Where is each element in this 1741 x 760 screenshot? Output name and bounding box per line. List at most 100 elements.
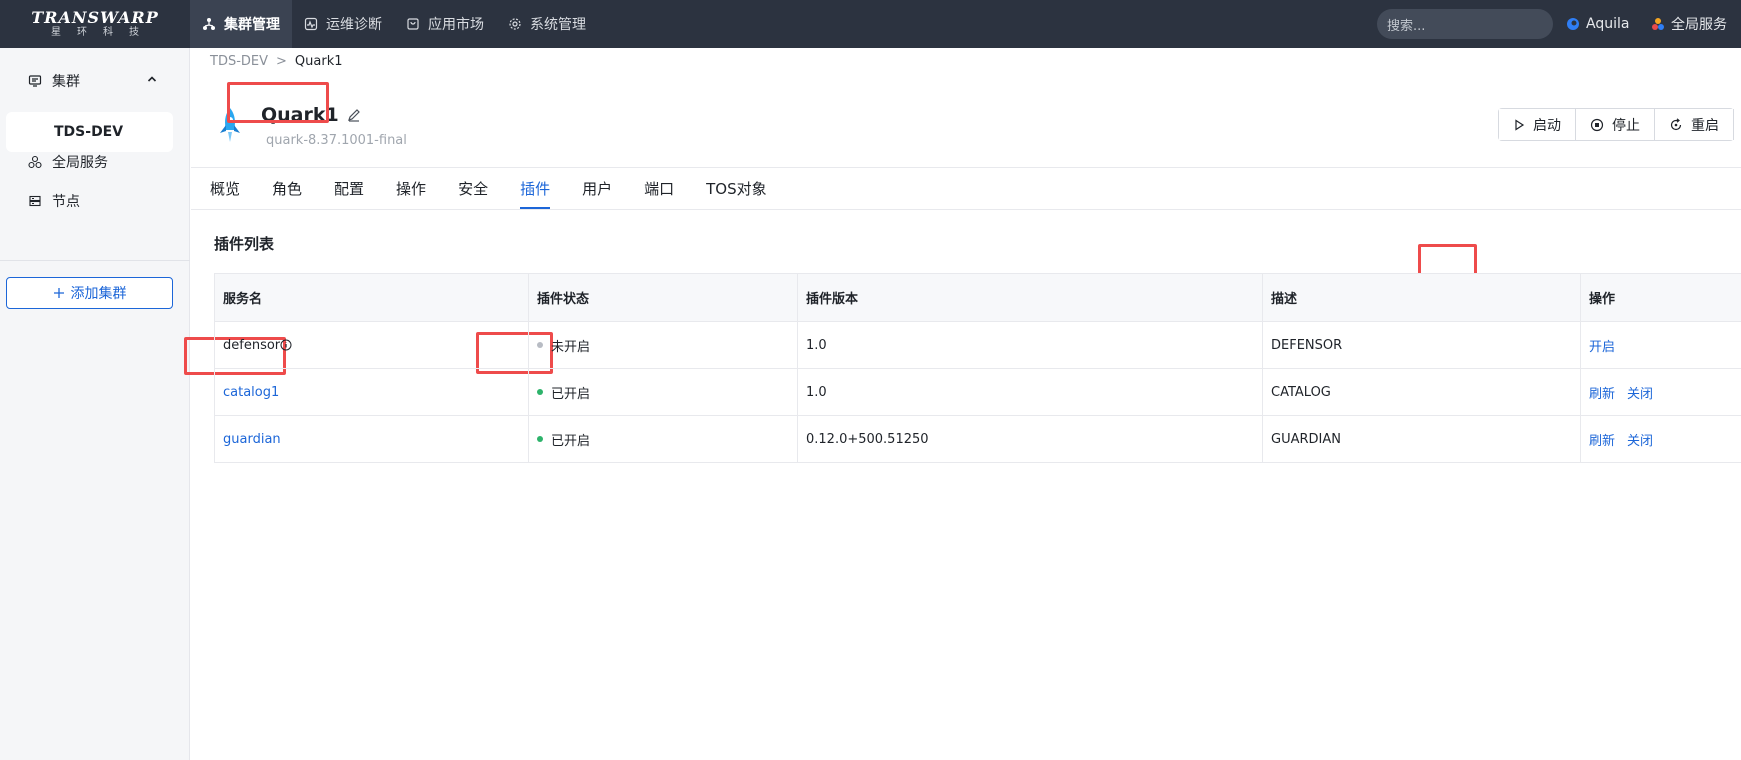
- breadcrumb-root[interactable]: TDS-DEV: [210, 54, 268, 69]
- sidebar: 集群 TDS-DEV 全局服务 节点 添加集群: [0, 48, 190, 760]
- nav-label: 集群管理: [224, 17, 280, 33]
- nav-label: 应用市场: [428, 17, 484, 33]
- restart-icon: [1670, 117, 1682, 130]
- tab-tos-objects[interactable]: TOS对象: [706, 168, 767, 209]
- column-header-description: 描述: [1262, 274, 1580, 321]
- diagnose-icon: [304, 17, 318, 31]
- restart-button[interactable]: 重启: [1655, 109, 1734, 140]
- nav-cluster-management[interactable]: 集群管理: [190, 0, 292, 48]
- user-name: Aquila: [1586, 16, 1630, 32]
- column-header-version: 插件版本: [797, 274, 1262, 321]
- service-name-cell: guardian: [214, 416, 528, 462]
- operations-cell: 开启: [1580, 322, 1741, 368]
- plus-icon: [53, 288, 64, 298]
- tab-overview[interactable]: 概览: [210, 168, 240, 209]
- sidebar-item-label: 全局服务: [52, 155, 108, 171]
- sidebar-group-cluster[interactable]: 集群: [28, 70, 158, 92]
- edit-icon[interactable]: [347, 108, 361, 122]
- sidebar-item-nodes[interactable]: 节点: [28, 190, 80, 212]
- plugin-list-title: 插件列表: [214, 235, 275, 253]
- start-button[interactable]: 启动: [1499, 109, 1576, 140]
- operations-cell: 刷新 关闭: [1580, 369, 1741, 415]
- global-services-label: 全局服务: [1671, 17, 1727, 33]
- services-icon: [28, 155, 42, 169]
- tab-plugins[interactable]: 插件: [520, 168, 551, 209]
- tab-security[interactable]: 安全: [458, 168, 488, 209]
- service-name-cell: catalog1: [214, 369, 528, 415]
- status-text: 已开启: [551, 433, 591, 449]
- user-avatar-icon: [1567, 18, 1579, 30]
- tab-users[interactable]: 用户: [582, 168, 612, 209]
- services-dots-icon: [1652, 18, 1664, 30]
- top-nav: 集群管理 运维诊断 应用市场 系统管理: [190, 0, 598, 48]
- annotation-box-title: [227, 82, 329, 123]
- start-label: 启动: [1533, 117, 1561, 134]
- column-header-status: 插件状态: [528, 274, 797, 321]
- stop-button[interactable]: 停止: [1576, 109, 1655, 140]
- status-dot-off: [537, 342, 543, 348]
- plugin-service-link[interactable]: guardian: [223, 432, 281, 447]
- play-icon: [1515, 118, 1525, 131]
- description-cell: GUARDIAN: [1262, 416, 1580, 462]
- nodes-icon: [29, 195, 41, 207]
- sidebar-item-global-services[interactable]: 全局服务: [28, 151, 108, 173]
- service-name-cell: defensor: [214, 322, 528, 368]
- plugin-service-link[interactable]: catalog1: [223, 385, 279, 400]
- status-cell: 已开启: [528, 369, 797, 415]
- top-bar: TRANSWARP 星环科技 集群管理 运维诊断 应用市场 系统管理 搜索...…: [0, 0, 1741, 48]
- market-icon: [407, 18, 419, 30]
- nav-app-market[interactable]: 应用市场: [394, 0, 496, 48]
- status-dot-on: [537, 436, 543, 442]
- version-cell: 1.0: [797, 369, 1262, 415]
- operations-cell: 刷新 关闭: [1580, 416, 1741, 462]
- service-tabs: 概览 角色 配置 操作 安全 插件 用户 端口 TOS对象: [210, 168, 767, 209]
- refresh-link[interactable]: 刷新: [1589, 383, 1615, 402]
- search-input[interactable]: 搜索...: [1377, 9, 1553, 39]
- status-cell: 已开启: [528, 416, 797, 462]
- breadcrumb: TDS-DEV > Quark1: [210, 54, 343, 69]
- table-header-row: 服务名 插件状态 插件版本 描述 操作: [214, 274, 1741, 322]
- enable-link[interactable]: 开启: [1589, 336, 1615, 355]
- main-content: TDS-DEV > Quark1 Quark1 quark-8.37.1001-…: [184, 48, 1741, 760]
- brand-logo[interactable]: TRANSWARP 星环科技: [0, 0, 190, 48]
- gear-icon: [509, 18, 521, 30]
- tab-roles[interactable]: 角色: [272, 168, 302, 209]
- tab-operations[interactable]: 操作: [396, 168, 426, 209]
- disable-link[interactable]: 关闭: [1627, 383, 1653, 402]
- sidebar-group-label: 集群: [52, 74, 80, 90]
- user-menu[interactable]: Aquila: [1566, 0, 1629, 48]
- status-dot-on: [537, 389, 543, 395]
- plugin-table: 服务名 插件状态 插件版本 描述 操作 defensor 未开启 1.0 DEF…: [214, 273, 1741, 463]
- status-cell: 未开启: [528, 322, 797, 368]
- stop-label: 停止: [1612, 117, 1640, 134]
- description-cell: CATALOG: [1262, 369, 1580, 415]
- service-actions: 启动 停止 重启: [1498, 108, 1734, 141]
- info-icon[interactable]: [280, 339, 292, 351]
- disable-link[interactable]: 关闭: [1627, 430, 1653, 449]
- version-cell: 1.0: [797, 322, 1262, 368]
- tab-config[interactable]: 配置: [334, 168, 364, 209]
- add-cluster-button[interactable]: 添加集群: [6, 277, 173, 309]
- nav-ops-diagnose[interactable]: 运维诊断: [292, 0, 394, 48]
- table-row: guardian 已开启 0.12.0+500.51250 GUARDIAN 刷…: [214, 416, 1741, 463]
- tab-ports[interactable]: 端口: [644, 168, 674, 209]
- chevron-up-icon: [147, 76, 157, 82]
- column-header-service: 服务名: [214, 274, 528, 321]
- sidebar-divider: [0, 260, 190, 261]
- tabs-divider: [191, 209, 1741, 210]
- sidebar-item-tds-dev[interactable]: TDS-DEV: [6, 112, 173, 152]
- refresh-link[interactable]: 刷新: [1589, 430, 1615, 449]
- breadcrumb-separator: >: [276, 54, 287, 69]
- service-version: quark-8.37.1001-final: [266, 133, 407, 148]
- table-row: defensor 未开启 1.0 DEFENSOR 开启: [214, 322, 1741, 369]
- sidebar-item-label: 节点: [52, 194, 80, 210]
- add-cluster-label: 添加集群: [70, 286, 127, 302]
- nav-system-management[interactable]: 系统管理: [496, 0, 598, 48]
- brand-subtitle: 星环科技: [51, 27, 155, 38]
- monitor-icon: [28, 75, 42, 87]
- status-text: 已开启: [551, 386, 591, 402]
- global-services-link[interactable]: 全局服务: [1651, 0, 1727, 48]
- restart-label: 重启: [1691, 117, 1719, 134]
- stop-icon: [1590, 118, 1604, 131]
- cluster-icon: [203, 18, 215, 30]
